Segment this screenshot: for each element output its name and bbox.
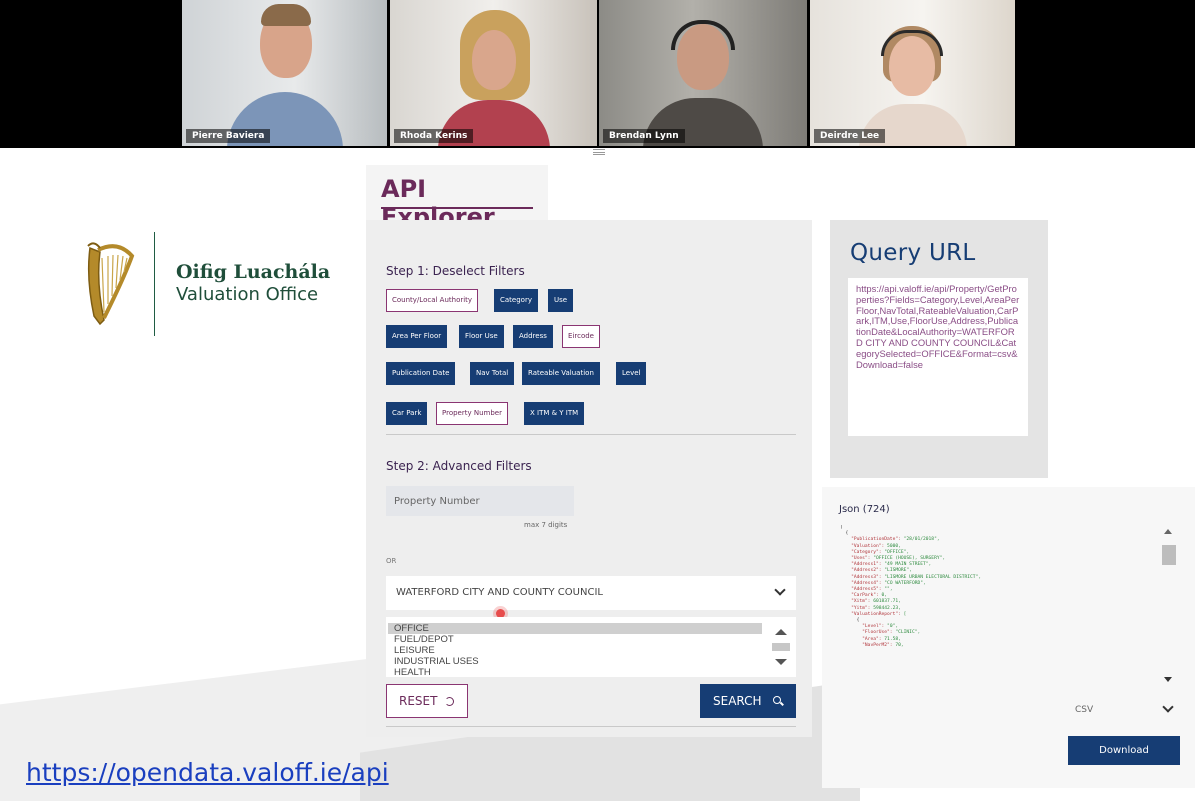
participant-tile-4[interactable]: Deirdre Lee	[810, 0, 1015, 146]
filter-use[interactable]: Use	[548, 289, 574, 312]
reset-icon	[445, 697, 454, 706]
api-explorer-panel: Step 1: Deselect Filters County/Local Au…	[366, 220, 812, 737]
local-authority-value: WATERFORD CITY AND COUNTY COUNCIL	[396, 587, 603, 598]
participant-hair	[260, 4, 311, 26]
format-select[interactable]: CSV	[1067, 697, 1182, 723]
json-line: "NavPerM2": 70,	[862, 642, 904, 648]
category-option-office[interactable]: OFFICE	[388, 623, 762, 634]
filter-publication-date[interactable]: Publication Date	[386, 362, 456, 385]
filter-car-park[interactable]: Car Park	[386, 402, 428, 425]
search-button-label: SEARCH	[713, 694, 762, 708]
participant-name-tag: Rhoda Kerins	[394, 129, 474, 143]
query-url-panel: Query URL https://api.valoff.ie/api/Prop…	[830, 220, 1048, 478]
max-digits-hint: max 7 digits	[524, 521, 568, 529]
json-panel: Json (724) [ { "PublicationDate": "28/01…	[822, 487, 1195, 788]
headphones-icon	[671, 20, 735, 50]
logo-english-name: Valuation Office	[176, 284, 319, 305]
filter-x-itm-y-itm[interactable]: X ITM & Y ITM	[524, 402, 585, 425]
valuation-office-logo: Oifig Luachála Valuation Office	[80, 232, 340, 336]
search-button[interactable]: SEARCH	[700, 684, 796, 718]
local-authority-select[interactable]: WATERFORD CITY AND COUNTY COUNCIL	[386, 576, 796, 610]
category-option-health[interactable]: HEALTH	[388, 667, 762, 677]
search-icon	[773, 696, 781, 704]
filter-county-local-authority[interactable]: County/Local Authority	[386, 289, 479, 312]
scroll-down-icon[interactable]	[775, 659, 787, 665]
logo-irish-name: Oifig Luachála	[176, 261, 331, 283]
video-call-strip: Pierre Baviera Rhoda Kerins Brendan Lynn…	[0, 0, 1195, 148]
filter-area-per-floor[interactable]: Area Per Floor	[386, 325, 448, 348]
filter-level[interactable]: Level	[616, 362, 647, 385]
participant-video	[833, 0, 993, 146]
step1-title: Step 1: Deselect Filters	[386, 264, 525, 278]
participant-video	[414, 0, 574, 146]
participant-tile-2[interactable]: Rhoda Kerins	[390, 0, 597, 146]
logo-divider	[154, 232, 155, 336]
json-output[interactable]: [ { "PublicationDate": "28/01/2018", "Va…	[840, 525, 1160, 687]
scroll-down-icon[interactable]	[1164, 677, 1172, 682]
reset-button[interactable]: RESET	[386, 684, 468, 718]
format-value: CSV	[1075, 705, 1094, 715]
participant-tile-1[interactable]: Pierre Baviera	[182, 0, 387, 146]
property-number-input[interactable]	[386, 486, 574, 516]
open-data-api-link[interactable]: https://opendata.valoff.ie/api	[26, 758, 389, 787]
download-button[interactable]: Download	[1068, 736, 1180, 765]
tab-underline	[381, 207, 533, 209]
filter-nav-total[interactable]: Nav Total	[470, 362, 515, 385]
participant-head	[471, 30, 516, 90]
json-title: Json (724)	[839, 504, 890, 515]
query-url-box[interactable]: https://api.valoff.ie/api/Property/GetPr…	[848, 278, 1028, 436]
participant-name-tag: Pierre Baviera	[186, 129, 271, 143]
api-explorer-tab[interactable]: API Explorer	[366, 165, 548, 231]
filter-floor-use[interactable]: Floor Use	[459, 325, 504, 348]
scrollbar-thumb[interactable]	[772, 643, 790, 651]
or-label: OR	[386, 557, 397, 565]
strip-resize-handle[interactable]	[593, 149, 605, 155]
filter-rateable-valuation[interactable]: Rateable Valuation	[522, 362, 600, 385]
chevron-down-icon	[1162, 701, 1174, 713]
divider	[386, 726, 796, 727]
participant-tile-3-active-speaker[interactable]: Brendan Lynn	[599, 0, 807, 146]
step2-title: Step 2: Advanced Filters	[386, 459, 532, 473]
category-listbox[interactable]: OFFICE FUEL/DEPOT LEISURE INDUSTRIAL USE…	[386, 617, 796, 677]
filter-category[interactable]: Category	[494, 289, 538, 312]
json-scrollbar[interactable]	[1161, 525, 1177, 685]
divider	[386, 434, 796, 435]
participant-video	[623, 0, 783, 146]
scroll-up-icon[interactable]	[1164, 529, 1172, 534]
filter-eircode[interactable]: Eircode	[562, 325, 600, 348]
filter-property-number[interactable]: Property Number	[436, 402, 508, 425]
query-url-text: https://api.valoff.ie/api/Property/GetPr…	[856, 283, 1020, 370]
scrollbar-thumb[interactable]	[1162, 545, 1176, 565]
category-option-industrial-uses[interactable]: INDUSTRIAL USES	[388, 656, 762, 667]
scroll-up-icon[interactable]	[775, 629, 787, 635]
reset-button-label: RESET	[399, 694, 438, 708]
category-option-leisure[interactable]: LEISURE	[388, 645, 762, 656]
chevron-down-icon	[774, 584, 786, 596]
participant-name-tag: Deirdre Lee	[814, 129, 886, 143]
participant-video	[205, 0, 365, 146]
filter-address[interactable]: Address	[513, 325, 553, 348]
harp-icon	[87, 242, 135, 326]
category-option-fuel-depot[interactable]: FUEL/DEPOT	[388, 634, 762, 645]
query-url-title: Query URL	[850, 240, 976, 266]
participant-name-tag: Brendan Lynn	[603, 129, 685, 143]
